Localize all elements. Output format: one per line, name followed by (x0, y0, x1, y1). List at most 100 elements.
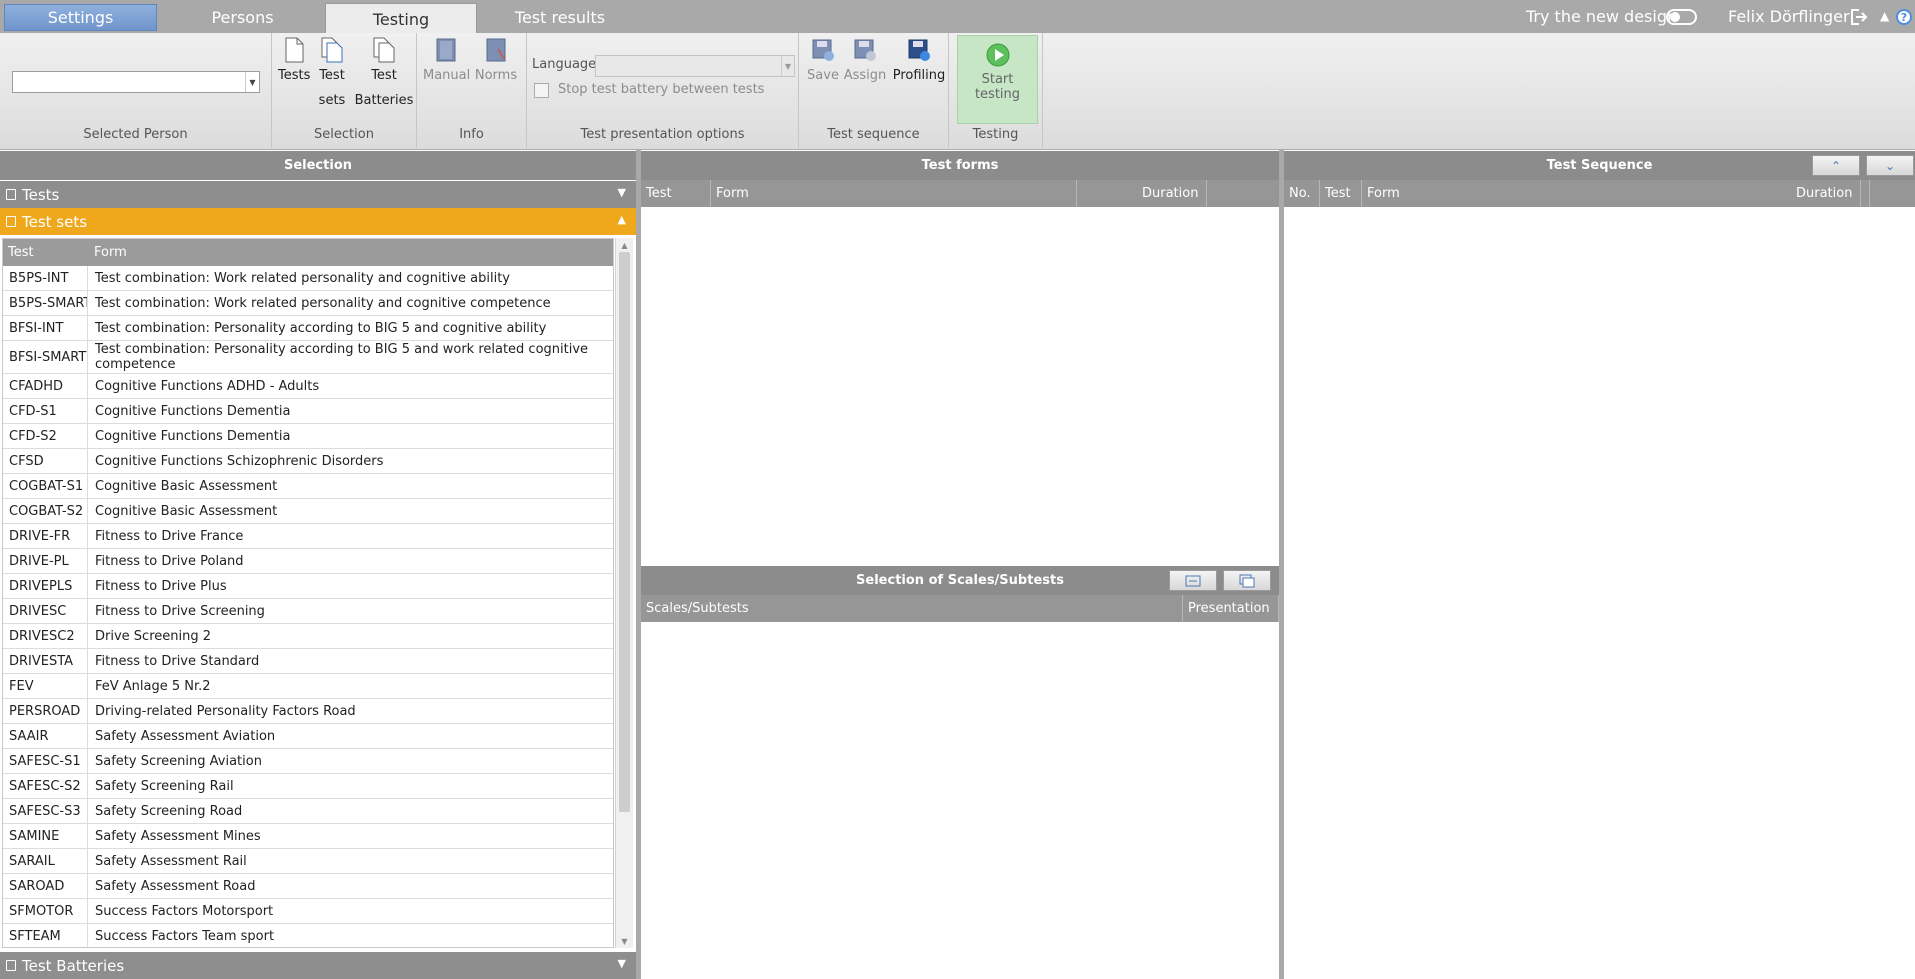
group-label: Selected Person (83, 127, 188, 142)
test-sets-button[interactable]: Test sets (316, 37, 348, 113)
norms-button[interactable]: Norms (473, 37, 519, 88)
test-batteries-button[interactable]: Test Batteries (354, 37, 414, 113)
move-down-button[interactable]: ⌄ (1866, 155, 1914, 176)
column-header-form[interactable]: Form (89, 239, 613, 266)
cell-form: Test combination: Personality according … (95, 342, 589, 372)
folder-icon (6, 216, 16, 227)
table-row[interactable]: DRIVE-FR Fitness to Drive France (3, 524, 613, 549)
table-row[interactable]: SAFESC-S2 Safety Screening Rail (3, 774, 613, 799)
tests-button[interactable]: Tests (278, 37, 310, 88)
table-row[interactable]: SAFESC-S3 Safety Screening Road (3, 799, 613, 824)
column-header-presentation[interactable]: Presentation (1183, 595, 1279, 622)
cell-test: BFSI-INT (3, 316, 88, 340)
table-row[interactable]: SFTEAM Success Factors Team sport (3, 924, 613, 947)
tab-test-results[interactable]: Test results (490, 4, 630, 31)
table-row[interactable]: CFD-S1 Cognitive Functions Dementia (3, 399, 613, 424)
selection-panel-title: Selection (0, 151, 636, 180)
accordion-tests[interactable]: Tests ▼ (0, 181, 636, 208)
document-icon (285, 37, 304, 63)
cell-test: DRIVEPLS (3, 574, 88, 598)
column-header-test[interactable]: Test (1320, 180, 1362, 207)
cell-test: SFTEAM (3, 924, 88, 947)
cell-form: Drive Screening 2 (95, 628, 211, 644)
cell-form: Cognitive Functions Dementia (95, 403, 291, 419)
column-header-form[interactable]: Form (711, 180, 1077, 207)
profiling-button[interactable]: Profiling (891, 37, 947, 88)
grid-scrollbar[interactable]: ▲ ▼ (615, 238, 633, 948)
chevron-down-icon[interactable]: ▼ (245, 72, 259, 92)
grid-rows: B5PS-INT Test combination: Work related p… (3, 266, 613, 947)
cell-test: B5PS-SMART (3, 291, 88, 315)
group-label: Test presentation options (580, 127, 745, 142)
table-row[interactable]: SAROAD Safety Assessment Road (3, 874, 613, 899)
column-header-test[interactable]: Test (641, 180, 711, 207)
table-row[interactable]: CFD-S2 Cognitive Functions Dementia (3, 424, 613, 449)
table-row[interactable]: SAAIR Safety Assessment Aviation (3, 724, 613, 749)
assign-button[interactable]: Assign (843, 37, 887, 88)
splitter-right[interactable] (1279, 150, 1284, 979)
table-row[interactable]: B5PS-INT Test combination: Work related p… (3, 266, 613, 291)
column-header-test[interactable]: Test (3, 239, 89, 266)
table-row[interactable]: DRIVESTA Fitness to Drive Standard (3, 649, 613, 674)
chevron-up-icon[interactable]: ▲ (618, 213, 626, 226)
scroll-down-icon[interactable]: ▼ (616, 934, 633, 948)
tab-settings[interactable]: Settings (4, 4, 157, 31)
cell-test: SAFESC-S1 (3, 749, 88, 773)
test-sets-label-2: sets (318, 93, 346, 108)
column-header-duration[interactable]: Duration (1791, 180, 1861, 207)
table-row[interactable]: BFSI-INT Test combination: Personality ac… (3, 316, 613, 341)
table-row[interactable]: SARAIL Safety Assessment Rail (3, 849, 613, 874)
logout-icon[interactable] (1848, 7, 1868, 27)
accordion-test-batteries[interactable]: Test Batteries ▼ (0, 952, 636, 979)
cell-form: Cognitive Functions Dementia (95, 428, 291, 444)
table-row[interactable]: FEV FeV Anlage 5 Nr.2 (3, 674, 613, 699)
cell-test: SARAIL (3, 849, 88, 873)
refresh-list-icon (1185, 575, 1201, 586)
tab-testing[interactable]: Testing (325, 3, 477, 34)
tab-persons[interactable]: Persons (170, 4, 315, 31)
user-name[interactable]: Felix Dörflinger (1728, 0, 1850, 33)
ribbon: ▼ Selected Person Tests Test sets Test B… (0, 33, 1915, 150)
table-row[interactable]: DRIVEPLS Fitness to Drive Plus (3, 574, 613, 599)
table-row[interactable]: DRIVESC Fitness to Drive Screening (3, 599, 613, 624)
chevron-down-icon[interactable]: ▼ (618, 957, 626, 970)
table-row[interactable]: DRIVESC2 Drive Screening 2 (3, 624, 613, 649)
chevron-down-icon[interactable]: ▼ (618, 186, 626, 199)
play-icon (986, 43, 1009, 67)
manual-button[interactable]: Manual (423, 37, 470, 88)
save-button[interactable]: Save (805, 37, 841, 88)
column-header-scales[interactable]: Scales/Subtests (641, 595, 1183, 622)
table-row[interactable]: PERSROAD Driving-related Personality Fact… (3, 699, 613, 724)
select-all-scales-button[interactable] (1169, 570, 1217, 591)
table-row[interactable]: B5PS-SMART Test combination: Work related… (3, 291, 613, 316)
table-row[interactable]: CFSD Cognitive Functions Schizophrenic Di… (3, 449, 613, 474)
table-row[interactable]: COGBAT-S1 Cognitive Basic Assessment (3, 474, 613, 499)
language-select[interactable]: ▼ (595, 55, 795, 77)
grid-header: Test Form (3, 239, 613, 266)
test-forms-header: Test Form Duration (641, 180, 1279, 207)
chevron-down-icon[interactable]: ▼ (781, 56, 794, 76)
table-row[interactable]: CFADHD Cognitive Functions ADHD - Adults (3, 374, 613, 399)
scroll-up-icon[interactable]: ▲ (616, 238, 633, 252)
table-row[interactable]: SFMOTOR Success Factors Motorsport (3, 899, 613, 924)
column-header-number[interactable]: No. (1284, 180, 1320, 207)
table-row[interactable]: SAMINE Safety Assessment Mines (3, 824, 613, 849)
copy-scales-button[interactable] (1223, 570, 1271, 591)
table-row[interactable]: COGBAT-S2 Cognitive Basic Assessment (3, 499, 613, 524)
accordion-test-sets[interactable]: Test sets ▲ (0, 208, 636, 235)
cell-form: Fitness to Drive Plus (95, 578, 227, 594)
help-icon[interactable]: ? (1896, 9, 1912, 25)
selected-person-combo[interactable]: ▼ (12, 71, 260, 93)
move-up-button[interactable]: ⌃ (1812, 155, 1860, 176)
new-design-toggle[interactable] (1666, 9, 1697, 25)
table-row[interactable]: SAFESC-S1 Safety Screening Aviation (3, 749, 613, 774)
cell-form: Safety Assessment Mines (95, 828, 261, 844)
stop-battery-checkbox[interactable] (534, 83, 549, 98)
scrollbar-thumb[interactable] (619, 252, 630, 812)
table-row[interactable]: DRIVE-PL Fitness to Drive Poland (3, 549, 613, 574)
start-testing-button[interactable]: Start testing (957, 35, 1038, 124)
collapse-ribbon-icon[interactable]: ▲ (1880, 9, 1889, 23)
table-row[interactable]: BFSI-SMART Test combination: Personality … (3, 341, 613, 374)
column-header-duration[interactable]: Duration (1137, 180, 1207, 207)
norms-label: Norms (474, 68, 518, 83)
